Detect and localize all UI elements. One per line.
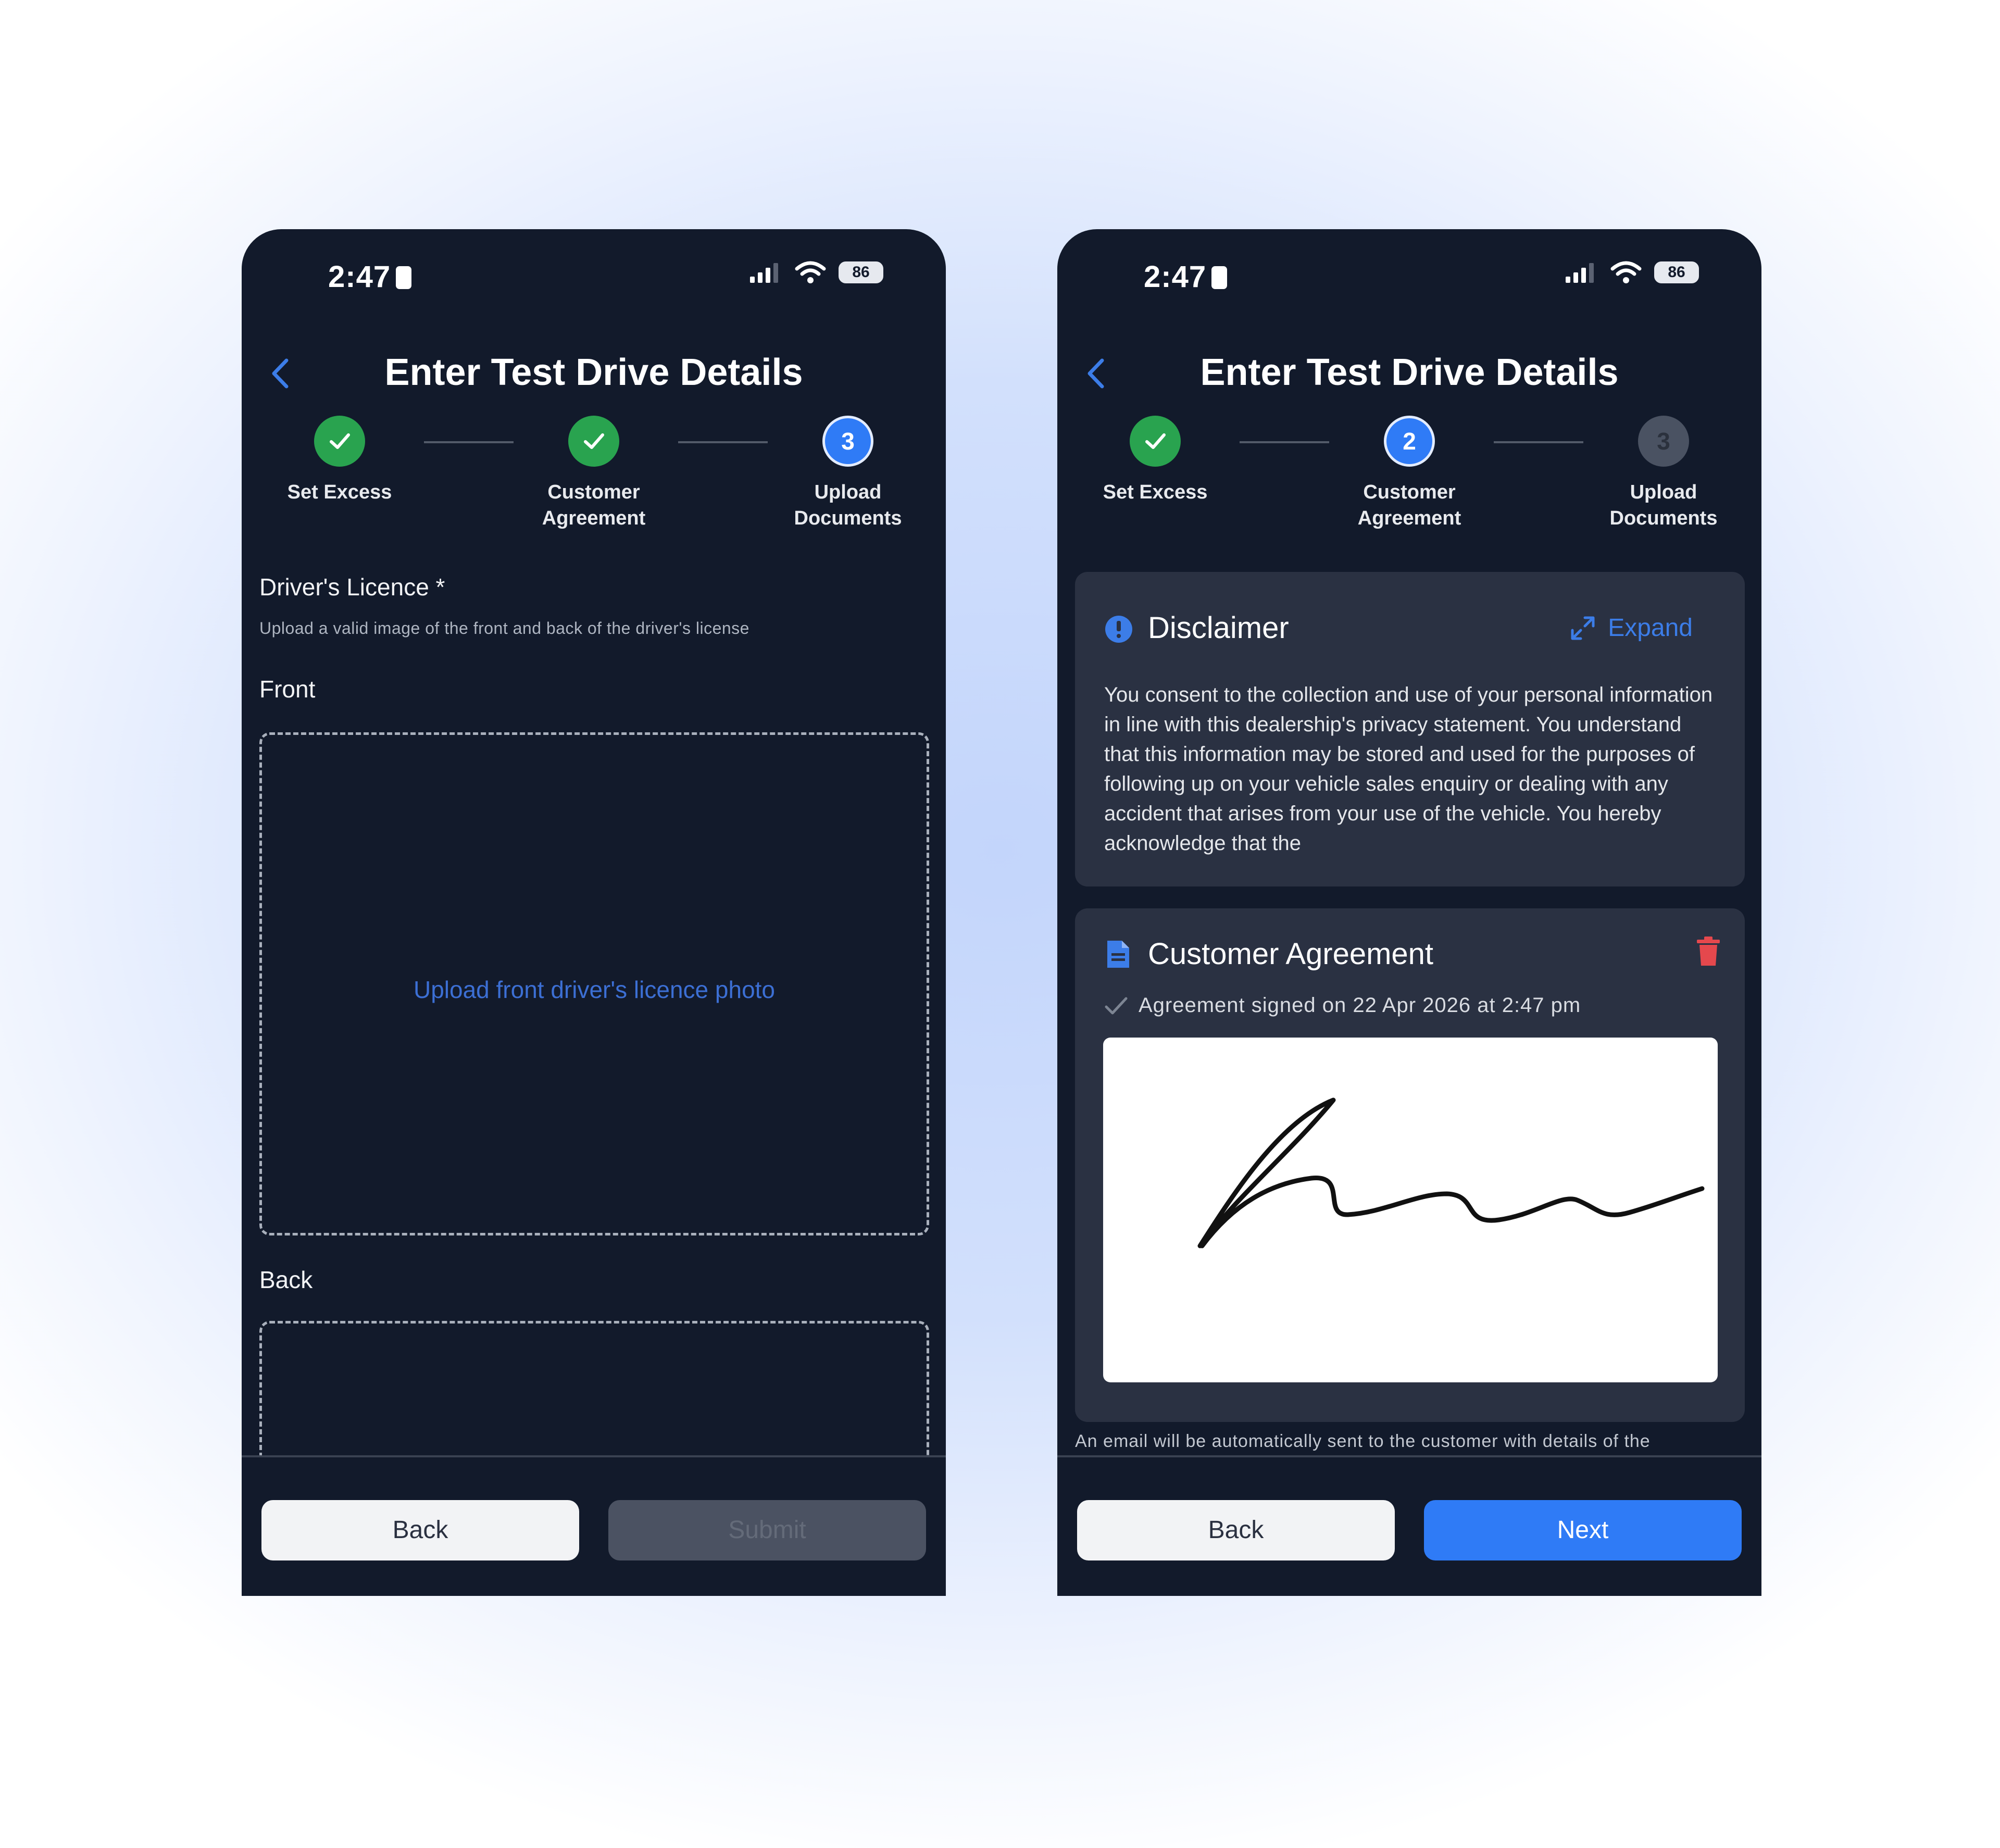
drivers-licence-heading: Driver's Licence * <box>259 573 445 601</box>
step-number: 3 <box>1638 416 1689 467</box>
agreement-signed-status: Agreement signed on 22 Apr 2026 at 2:47 … <box>1104 994 1581 1017</box>
submit-button[interactable]: Submit <box>608 1500 926 1560</box>
page-title: Enter Test Drive Details <box>384 352 803 393</box>
status-bar: 2:47 86 <box>242 229 946 323</box>
step-complete-icon <box>314 416 365 467</box>
drivers-licence-helper: Upload a valid image of the front and ba… <box>259 619 749 638</box>
agreement-title: Customer Agreement <box>1148 937 1434 971</box>
back-label: Back <box>259 1266 313 1293</box>
signature-drawing <box>1197 1097 1705 1248</box>
customer-agreement-card: Customer Agreement Agreement signed on 2… <box>1075 908 1745 1422</box>
progress-stepper: Set Excess 2 Customer Agreement 3 Upload… <box>1057 416 1761 530</box>
signature-pad <box>1103 1038 1718 1382</box>
page-title: Enter Test Drive Details <box>1200 352 1619 393</box>
info-icon <box>1105 616 1132 643</box>
step-label: Customer Agreement <box>1357 481 1461 529</box>
bottom-action-bar: Back Next <box>1057 1455 1761 1596</box>
upload-front-link[interactable]: Upload front driver's licence photo <box>262 976 927 1004</box>
battery-icon: 86 <box>1654 261 1699 283</box>
step-set-excess: Set Excess <box>1067 416 1244 505</box>
step-label: Customer Agreement <box>542 481 646 529</box>
step-label: Set Excess <box>287 481 392 503</box>
document-icon <box>1107 941 1129 968</box>
signal-icon <box>1566 263 1594 283</box>
disclaimer-card: Disclaimer Expand You consent to the col… <box>1075 572 1745 886</box>
step-upload-documents: 3 Upload Documents <box>759 416 936 531</box>
step-number: 3 <box>822 416 873 467</box>
status-bar: 2:47 86 <box>1057 229 1761 323</box>
checkmark-icon <box>1105 997 1128 1014</box>
wifi-icon <box>1610 261 1642 283</box>
step-customer-agreement: 2 Customer Agreement <box>1321 416 1498 531</box>
front-licence-dropzone[interactable]: Upload front driver's licence photo <box>259 732 929 1235</box>
expand-label: Expand <box>1608 614 1693 642</box>
step-label: Upload Documents <box>1609 481 1718 529</box>
step-complete-icon <box>568 416 619 467</box>
step-number: 2 <box>1384 416 1435 467</box>
step-customer-agreement: Customer Agreement <box>505 416 682 531</box>
expand-button[interactable]: Expand <box>1569 614 1693 642</box>
disclaimer-title: Disclaimer <box>1148 611 1289 645</box>
status-time: 2:47 <box>1144 259 1228 294</box>
step-connector <box>1240 441 1329 443</box>
step-label: Set Excess <box>1103 481 1208 503</box>
disclaimer-text: You consent to the collection and use of… <box>1104 683 1713 855</box>
signal-icon <box>750 263 778 283</box>
step-connector <box>678 441 768 443</box>
step-set-excess: Set Excess <box>251 416 428 505</box>
delete-trash-icon[interactable] <box>1695 935 1722 967</box>
back-button[interactable]: Back <box>261 1500 579 1560</box>
phone-screen-upload-documents: 2:47 86 Enter Test Drive Details Set Exc… <box>242 229 946 1596</box>
step-label: Upload Documents <box>794 481 902 529</box>
step-upload-documents: 3 Upload Documents <box>1575 416 1752 531</box>
person-badge-icon <box>396 266 412 289</box>
back-button[interactable]: Back <box>1077 1500 1395 1560</box>
expand-icon <box>1571 616 1595 640</box>
person-badge-icon <box>1211 266 1228 289</box>
next-button[interactable]: Next <box>1424 1500 1742 1560</box>
bottom-action-bar: Back Submit <box>242 1455 946 1596</box>
progress-stepper: Set Excess Customer Agreement 3 Upload D… <box>242 416 946 530</box>
email-footnote: An email will be automatically sent to t… <box>1075 1431 1651 1451</box>
front-label: Front <box>259 676 316 703</box>
battery-icon: 86 <box>839 261 883 283</box>
step-connector <box>1494 441 1583 443</box>
wifi-icon <box>795 261 826 283</box>
step-complete-icon <box>1130 416 1181 467</box>
step-connector <box>424 441 514 443</box>
phone-screen-customer-agreement: 2:47 86 Enter Test Drive Details Set Exc… <box>1057 229 1761 1596</box>
status-time: 2:47 <box>328 259 412 294</box>
